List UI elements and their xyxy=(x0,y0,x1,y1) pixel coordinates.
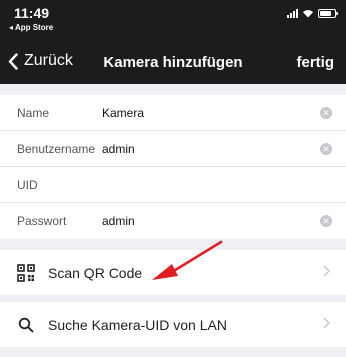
wifi-icon xyxy=(303,9,313,17)
status-time: 11:49 xyxy=(14,5,50,21)
uid-label: UID xyxy=(17,177,38,192)
name-label: Name xyxy=(17,105,50,120)
navigation-header: 11:49 ◂ App Store Zurück Kamera hinzufüg… xyxy=(0,0,346,84)
camera-form: Name Kamera ✕ Benutzername admin ✕ UID P… xyxy=(0,95,346,239)
username-field[interactable]: admin xyxy=(102,142,135,156)
qr-code-icon xyxy=(16,263,36,283)
battery-icon xyxy=(318,8,338,18)
clear-username-icon[interactable]: ✕ xyxy=(320,143,332,155)
done-button[interactable]: fertig xyxy=(297,54,335,71)
clear-password-icon[interactable]: ✕ xyxy=(320,215,332,227)
chevron-right-icon xyxy=(323,317,330,329)
username-row[interactable]: Benutzername admin ✕ xyxy=(0,131,346,167)
search-uid-label: Suche Kamera-UID von LAN xyxy=(48,316,227,333)
username-label: Benutzername xyxy=(17,141,96,156)
password-row[interactable]: Passwort admin ✕ xyxy=(0,203,346,239)
name-row[interactable]: Name Kamera ✕ xyxy=(0,95,346,131)
signal-icon xyxy=(287,8,298,18)
scan-qr-label: Scan QR Code xyxy=(48,264,143,281)
clear-name-icon[interactable]: ✕ xyxy=(320,107,332,119)
scan-qr-button[interactable]: Scan QR Code xyxy=(0,250,346,295)
search-uid-button[interactable]: Suche Kamera-UID von LAN xyxy=(0,302,346,347)
password-field[interactable]: admin xyxy=(102,214,135,228)
uid-row[interactable]: UID xyxy=(0,167,346,203)
chevron-right-icon xyxy=(323,265,330,277)
name-field[interactable]: Kamera xyxy=(102,106,144,120)
back-to-app-store[interactable]: ◂ App Store xyxy=(9,23,53,32)
password-label: Passwort xyxy=(17,214,67,228)
status-icons xyxy=(287,8,338,18)
page-title: Kamera hinzufügen xyxy=(103,54,243,71)
search-icon xyxy=(16,315,36,335)
